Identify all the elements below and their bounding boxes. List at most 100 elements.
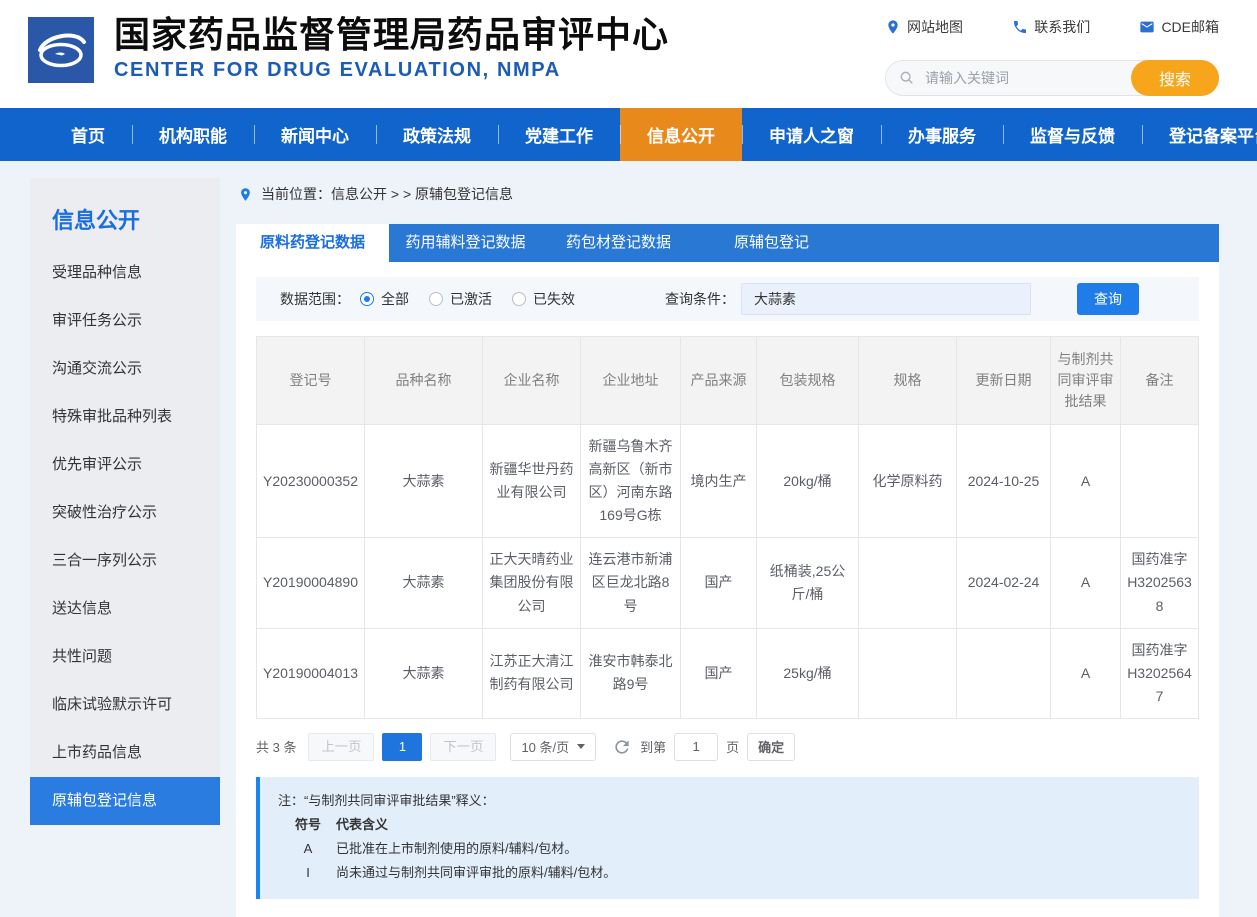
phone-icon xyxy=(1012,19,1028,35)
cell-packaging-spec: 纸桶装,25公斤/桶 xyxy=(757,538,859,628)
content-panel: 数据范围： 全部 已激活 已失效 查询条件： xyxy=(236,262,1219,917)
col-spec: 规格 xyxy=(859,337,957,425)
sidebar-item-breakthrough-therapy[interactable]: 突破性治疗公示 xyxy=(30,489,220,537)
col-product-source: 产品来源 xyxy=(681,337,757,425)
sidebar-item-special-approval-list[interactable]: 特殊审批品种列表 xyxy=(30,393,220,441)
cell-company-name: 正大天晴药业集团股份有限公司 xyxy=(483,538,581,628)
cell-registration-no: Y20230000352 xyxy=(257,425,365,538)
sidebar-item-communication[interactable]: 沟通交流公示 xyxy=(30,345,220,393)
sitemap-link[interactable]: 网站地图 xyxy=(885,17,963,37)
header-right: 网站地图 联系我们 CDE邮箱 搜索 xyxy=(885,16,1219,96)
tab-excipient-registration[interactable]: 药用辅料登记数据 xyxy=(389,224,542,262)
sidebar-item-marketed-drugs[interactable]: 上市药品信息 xyxy=(30,729,220,777)
sidebar-item-clinical-trial-license[interactable]: 临床试验默示许可 xyxy=(30,681,220,729)
keyword-search-input[interactable] xyxy=(923,69,1122,87)
sidebar-item-common-issues[interactable]: 共性问题 xyxy=(30,633,220,681)
sidebar-item-raw-excipient-packaging[interactable]: 原辅包登记信息 xyxy=(30,777,220,825)
page-unit-label: 页 xyxy=(726,737,739,756)
cde-mail-link[interactable]: CDE邮箱 xyxy=(1139,17,1219,37)
cell-company-name: 江苏正大清江制药有限公司 xyxy=(483,628,581,718)
cell-update-date: 2024-10-25 xyxy=(957,425,1051,538)
main-area: 信息公开 受理品种信息 审评任务公示 沟通交流公示 特殊审批品种列表 优先审评公… xyxy=(0,178,1257,917)
site-search-button[interactable]: 搜索 xyxy=(1131,60,1219,96)
radio-dot-icon xyxy=(429,292,443,306)
legend-symbol: I xyxy=(290,861,326,885)
legend-symbol: A xyxy=(290,837,326,861)
goto-page-input[interactable] xyxy=(674,733,718,761)
sitemap-link-label: 网站地图 xyxy=(907,17,963,37)
cell-spec: 化学原料药 xyxy=(859,425,957,538)
sidebar-item-review-tasks[interactable]: 审评任务公示 xyxy=(30,297,220,345)
nav-item-registration-platform[interactable]: 登记备案平台 xyxy=(1142,108,1257,161)
col-product-name: 品种名称 xyxy=(365,337,483,425)
table-row: Y20230000352 大蒜素 新疆华世丹药业有限公司 新疆乌鲁木齐高新区（新… xyxy=(257,425,1199,538)
radio-expired[interactable]: 已失效 xyxy=(512,289,575,309)
sidebar-item-priority-review[interactable]: 优先审评公示 xyxy=(30,441,220,489)
legend-row-a: A 已批准在上市制剂使用的原料/辅料/包材。 xyxy=(278,837,1181,861)
site-subtitle: CENTER FOR DRUG EVALUATION, NMPA xyxy=(114,59,669,82)
cell-remarks: 国药准字H32025647 xyxy=(1121,628,1199,718)
page-size-select[interactable]: 10 条/页 xyxy=(510,733,596,761)
scope-radios: 全部 已激活 已失效 xyxy=(360,289,575,309)
radio-dot-icon xyxy=(512,292,526,306)
radio-expired-label: 已失效 xyxy=(533,289,575,309)
legend-header-row: 符号 代表含义 xyxy=(278,813,1181,837)
cell-registration-no: Y20190004890 xyxy=(257,538,365,628)
filterbar: 数据范围： 全部 已激活 已失效 查询条件： xyxy=(256,277,1199,321)
tabbar: 原料药登记数据 药用辅料登记数据 药包材登记数据 原辅包登记 xyxy=(236,224,1219,262)
next-page-button[interactable]: 下一页 xyxy=(430,733,496,761)
radio-all[interactable]: 全部 xyxy=(360,289,409,309)
nav-item-policies[interactable]: 政策法规 xyxy=(376,108,498,161)
legend-meaning: 已批准在上市制剂使用的原料/辅料/包材。 xyxy=(336,837,577,861)
prev-page-button[interactable]: 上一页 xyxy=(308,733,374,761)
header-search: 搜索 xyxy=(885,60,1219,96)
radio-activated[interactable]: 已激活 xyxy=(429,289,492,309)
sidebar-item-accepted-products[interactable]: 受理品种信息 xyxy=(30,249,220,297)
cell-packaging-spec: 20kg/桶 xyxy=(757,425,859,538)
sidebar-item-delivery-info[interactable]: 送达信息 xyxy=(30,585,220,633)
nav-item-organization[interactable]: 机构职能 xyxy=(132,108,254,161)
notes-line1: 注：“与制剂共同审评审批结果”释义： xyxy=(278,789,1181,813)
nav-item-news[interactable]: 新闻中心 xyxy=(254,108,376,161)
contact-us-link[interactable]: 联系我们 xyxy=(1012,17,1090,37)
col-packaging-spec: 包装规格 xyxy=(757,337,859,425)
cell-spec xyxy=(859,538,957,628)
site-header: 国家药品监督管理局药品审评中心 CENTER FOR DRUG EVALUATI… xyxy=(0,0,1257,108)
cell-product-name: 大蒜素 xyxy=(365,538,483,628)
page-number-1[interactable]: 1 xyxy=(382,733,422,761)
registration-table: 登记号 品种名称 企业名称 企业地址 产品来源 包装规格 规格 更新日期 与制剂… xyxy=(256,336,1199,719)
tab-packaging-registration[interactable]: 药包材登记数据 xyxy=(542,224,695,262)
nav-item-party-building[interactable]: 党建工作 xyxy=(498,108,620,161)
location-pin-icon xyxy=(238,186,253,203)
cell-update-date: 2024-02-24 xyxy=(957,538,1051,628)
cell-product-source: 国产 xyxy=(681,628,757,718)
pagination: 共 3 条 上一页 1 下一页 10 条/页 到第 页 确定 xyxy=(256,733,1199,761)
nav-item-services[interactable]: 办事服务 xyxy=(881,108,1003,161)
nav-item-info-disclosure[interactable]: 信息公开 xyxy=(620,108,742,161)
table-row: Y20190004890 大蒜素 正大天晴药业集团股份有限公司 连云港市新浦区巨… xyxy=(257,538,1199,628)
quick-links: 网站地图 联系我们 CDE邮箱 xyxy=(885,16,1219,38)
cell-company-name: 新疆华世丹药业有限公司 xyxy=(483,425,581,538)
col-registration-no: 登记号 xyxy=(257,337,365,425)
cell-registration-no: Y20190004013 xyxy=(257,628,365,718)
nav-item-supervision-feedback[interactable]: 监督与反馈 xyxy=(1003,108,1142,161)
cell-remarks xyxy=(1121,425,1199,538)
cell-company-address: 淮安市韩泰北路9号 xyxy=(581,628,681,718)
breadcrumb-text: 当前位置：信息公开 > > 原辅包登记信息 xyxy=(261,184,513,204)
query-input[interactable] xyxy=(741,283,1031,315)
legend-symbol-header: 符号 xyxy=(290,813,326,837)
cde-logo xyxy=(28,17,94,83)
cell-product-source: 境内生产 xyxy=(681,425,757,538)
query-button[interactable]: 查询 xyxy=(1077,283,1139,315)
goto-confirm-button[interactable]: 确定 xyxy=(747,733,795,761)
cell-update-date xyxy=(957,628,1051,718)
col-company-name: 企业名称 xyxy=(483,337,581,425)
refresh-icon[interactable] xyxy=(612,737,632,757)
tab-raw-excipient-packaging[interactable]: 原辅包登记 xyxy=(695,224,848,262)
tab-api-registration[interactable]: 原料药登记数据 xyxy=(236,224,389,262)
sidebar-item-three-in-one-sequence[interactable]: 三合一序列公示 xyxy=(30,537,220,585)
chevron-down-icon xyxy=(577,744,585,749)
nav-item-applicant-window[interactable]: 申请人之窗 xyxy=(742,108,881,161)
nav-item-home[interactable]: 首页 xyxy=(44,108,132,161)
table-header-row: 登记号 品种名称 企业名称 企业地址 产品来源 包装规格 规格 更新日期 与制剂… xyxy=(257,337,1199,425)
